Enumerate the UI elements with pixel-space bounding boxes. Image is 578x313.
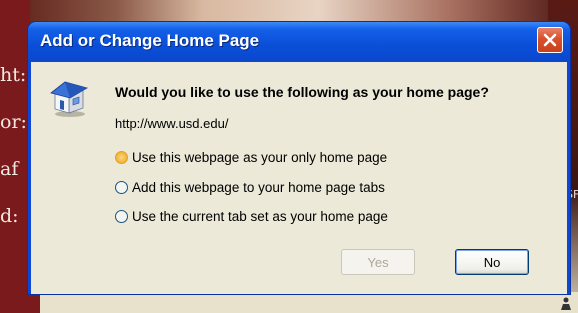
dialog-title: Add or Change Home Page xyxy=(40,31,260,50)
bg-text-fragment: or: xyxy=(0,111,27,133)
house-icon xyxy=(50,81,89,117)
question-text: Would you like to use the following as y… xyxy=(115,84,489,100)
yes-button-label: Yes xyxy=(367,254,389,270)
no-button[interactable]: No xyxy=(455,249,529,275)
person-icon xyxy=(561,297,571,310)
radio-selected[interactable] xyxy=(115,150,128,164)
option-label: Add this webpage to your home page tabs xyxy=(132,179,385,195)
option-label: Use the current tab set as your home pag… xyxy=(132,208,388,224)
option-only-home-page[interactable]: Use this webpage as your only home page xyxy=(115,148,387,166)
title-bar[interactable]: Add or Change Home Page xyxy=(28,22,570,62)
dialog-body: Would you like to use the following as y… xyxy=(31,62,567,294)
home-page-dialog: Add or Change Home Page Would you like t… xyxy=(28,22,570,294)
radio-unselected[interactable] xyxy=(115,209,128,223)
bg-text-fragment: af xyxy=(0,158,19,180)
bg-text-fragment: d: xyxy=(0,205,19,227)
home-page-url: http://www.usd.edu/ xyxy=(115,116,229,131)
radio-unselected[interactable] xyxy=(115,180,128,194)
close-icon xyxy=(543,33,557,47)
option-label: Use this webpage as your only home page xyxy=(132,149,388,165)
option-use-tab-set[interactable]: Use the current tab set as your home pag… xyxy=(115,207,388,225)
yes-button[interactable]: Yes xyxy=(341,249,415,275)
close-button[interactable] xyxy=(537,27,563,53)
no-button-label: No xyxy=(483,254,501,270)
bg-text-fragment: ht: xyxy=(0,64,27,86)
option-add-to-tabs[interactable]: Add this webpage to your home page tabs xyxy=(115,178,385,196)
